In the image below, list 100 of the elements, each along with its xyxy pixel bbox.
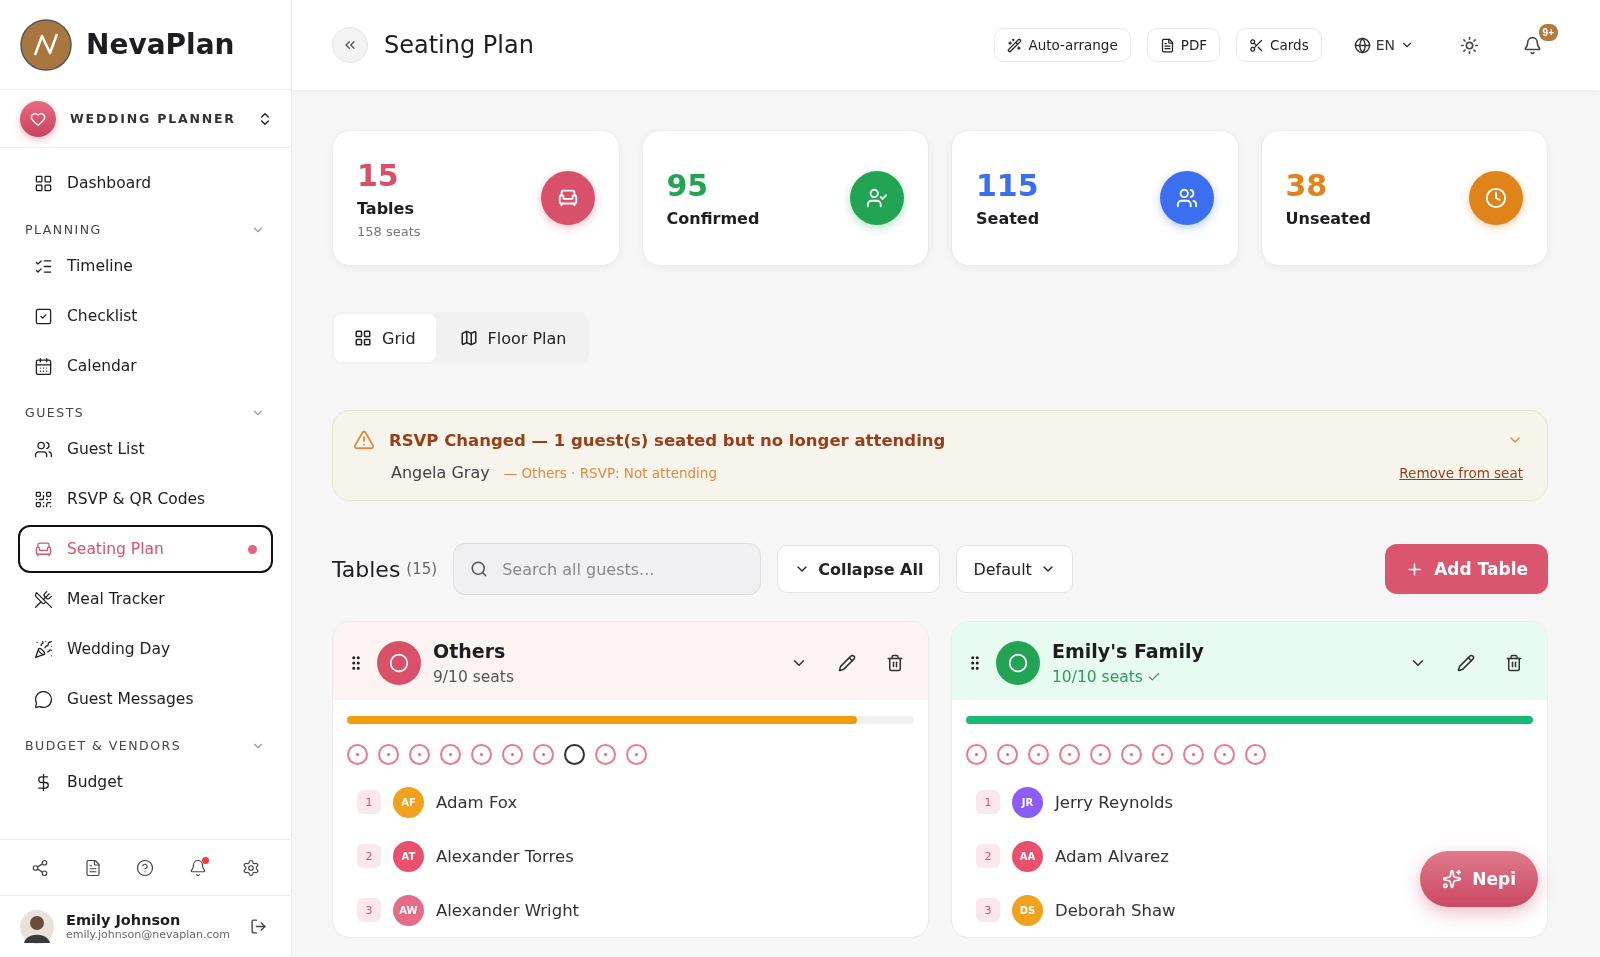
table-name: Others [433, 640, 507, 662]
trash-icon [1505, 654, 1523, 672]
people-icon [34, 439, 53, 459]
toolbar-button[interactable]: PDF [1146, 28, 1221, 62]
pencil-icon [838, 654, 856, 672]
active-dot [248, 544, 257, 554]
add-table-button[interactable]: Add Table [1385, 544, 1548, 594]
nav-item[interactable]: Timeline [18, 242, 273, 290]
nav-item[interactable]: Calendar [18, 342, 273, 390]
nav-item[interactable]: Checklist [18, 292, 273, 340]
sparkle-icon [1442, 869, 1463, 889]
clock-icon [1469, 171, 1523, 225]
toolbar-button[interactable]: Auto-arrange [994, 28, 1131, 62]
remove-link[interactable]: Remove from seat [1399, 464, 1523, 481]
notification-count: 9+ [1536, 21, 1560, 43]
section-heading: BUDGET & VENDORS [25, 738, 182, 753]
stat-value: 115 [976, 168, 1040, 203]
dashboard-icon [34, 173, 53, 193]
guest-name: Deborah Shaw [1055, 900, 1176, 920]
alert-title: RSVP Changed — 1 guest(s) seated but no longer attending [389, 430, 947, 450]
seat-icon[interactable] [564, 744, 585, 765]
seat-count: 10/10 seats [1052, 668, 1143, 686]
bell-icon [189, 858, 208, 877]
notification-dot [202, 856, 210, 864]
view-tab[interactable]: Floor Plan [439, 314, 587, 362]
logo-icon [20, 18, 72, 71]
collapse-button[interactable] [332, 27, 368, 63]
avatar [20, 909, 54, 944]
nav-item[interactable]: Guest List [18, 425, 273, 473]
chat-bubble-icon [34, 689, 53, 709]
section-heading: PLANNING [25, 222, 102, 237]
map-icon [459, 329, 478, 347]
brand-name: NevaPlan [86, 28, 235, 61]
logout-icon [250, 918, 267, 935]
user-email: emily.johnson@nevaplan.com [66, 928, 231, 941]
workspace-label: WEDDING PLANNER [70, 111, 237, 126]
user-check-icon [850, 171, 904, 225]
stat-label: Unseated [1285, 209, 1372, 228]
trash-icon [886, 654, 904, 672]
guest-avatar: AT [393, 840, 424, 872]
nav-item[interactable]: Dashboard [18, 159, 273, 207]
help-icon [136, 858, 155, 877]
seat-number: 2 [976, 844, 1000, 868]
stat-value: 95 [666, 168, 710, 203]
guest-avatar: AW [393, 894, 424, 926]
nav-item[interactable]: Budget [18, 758, 273, 806]
guest-name: Alexander Torres [436, 846, 574, 866]
document-icon [83, 858, 102, 877]
guest-name: Angela Gray [391, 463, 490, 482]
guest-avatar: DS [1012, 894, 1043, 926]
guest-avatar: AF [393, 786, 424, 818]
user-name: Emily Johnson [66, 912, 182, 928]
seat-number: 3 [976, 898, 1000, 922]
party-popper-icon [34, 639, 53, 659]
document-icon [1159, 37, 1175, 53]
table-name: Emily's Family [1052, 640, 1205, 662]
grid-icon [354, 329, 372, 347]
seat-count: 9/10 seats [433, 668, 514, 686]
sun-icon [1460, 35, 1479, 55]
alert-detail: — Others · RSVP: Not attending [503, 464, 718, 481]
calendar-icon [34, 356, 53, 376]
section-title: Tables [332, 556, 401, 582]
collapse-all-button[interactable]: Collapse All [777, 545, 941, 593]
language-select[interactable]: EN [1347, 35, 1420, 55]
guest-name: Jerry Reynolds [1055, 792, 1174, 812]
assistant-button[interactable]: Nepi [1420, 851, 1538, 907]
stat-subtext: 158 seats [357, 223, 422, 239]
nav-item[interactable]: Seating Plan [18, 525, 273, 573]
seat-number: 2 [357, 844, 381, 868]
toolbar-button[interactable]: Cards [1236, 28, 1322, 62]
sort-dropdown[interactable]: Default [956, 545, 1073, 593]
armchair-icon [540, 171, 595, 225]
people-icon [1159, 171, 1214, 225]
stat-value: 15 [357, 157, 400, 193]
bell-icon [1523, 35, 1542, 55]
seat-number: 1 [976, 790, 1000, 814]
stat-label: Tables [357, 198, 415, 218]
guest-name: Alexander Wright [436, 900, 580, 920]
page-title: Seating Plan [384, 31, 535, 59]
guest-name: Adam Fox [436, 792, 518, 812]
guest-avatar: JR [1012, 786, 1043, 818]
stat-value: 38 [1285, 168, 1329, 203]
seat-number: 1 [357, 790, 381, 814]
share-icon [31, 858, 50, 877]
scissors-icon [1249, 37, 1265, 53]
seat-number: 3 [357, 898, 381, 922]
qr-code-icon [34, 489, 53, 509]
notifications-button[interactable]: 9+ [1519, 21, 1560, 59]
nav-item[interactable]: Wedding Day [18, 625, 273, 673]
guest-name: Adam Alvarez [1055, 846, 1169, 866]
search-field[interactable]: Search all guests... [453, 543, 762, 595]
nav-item[interactable]: Guest Messages [18, 675, 273, 723]
check-icon [1146, 670, 1161, 684]
nav-item[interactable]: RSVP & QR Codes [18, 475, 273, 523]
nav-item[interactable]: Meal Tracker [18, 575, 273, 623]
magic-wand-icon [1007, 37, 1023, 53]
settings-icon [241, 858, 260, 877]
view-tab[interactable]: Grid [334, 314, 436, 362]
checkbox-icon [34, 306, 53, 326]
guest-avatar: AA [1012, 840, 1043, 872]
